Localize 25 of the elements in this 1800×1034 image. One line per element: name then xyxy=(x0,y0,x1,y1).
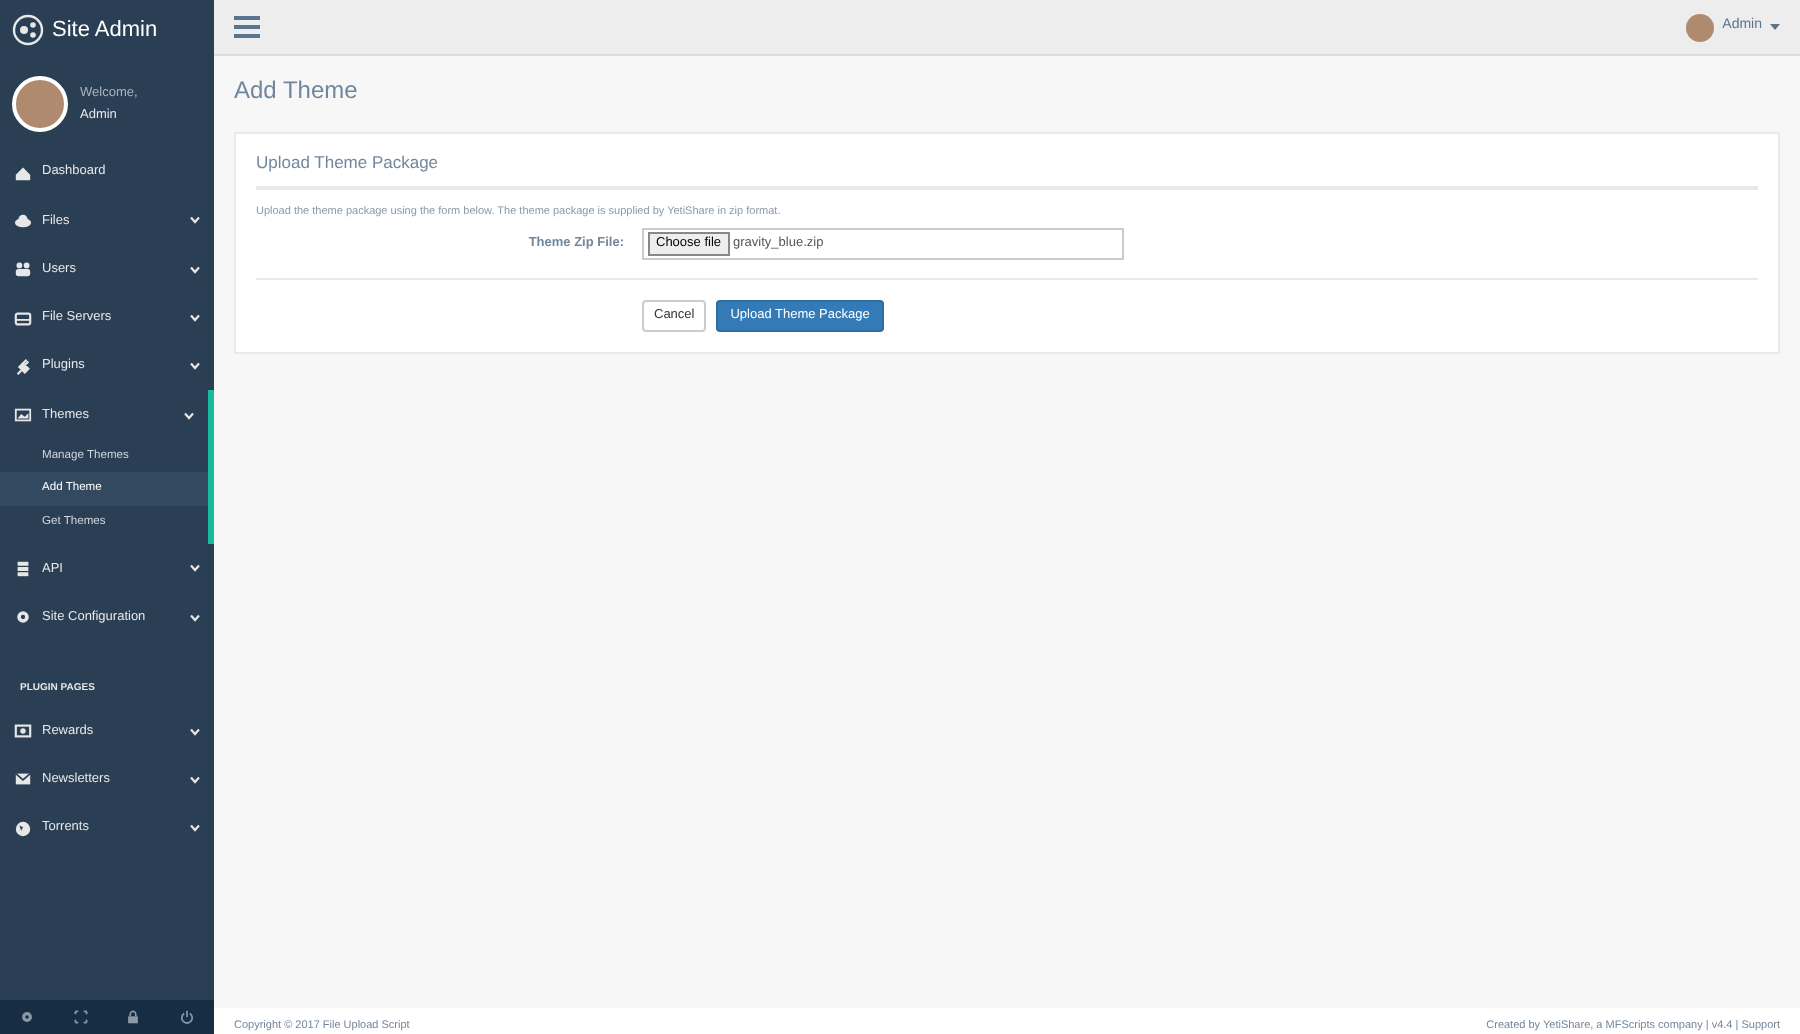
fullscreen-icon[interactable] xyxy=(73,1010,88,1024)
menu-icon[interactable] xyxy=(234,16,260,38)
drive-icon xyxy=(14,309,32,328)
chevron-icon xyxy=(190,775,200,784)
power-icon[interactable] xyxy=(180,1010,195,1024)
settings-icon[interactable] xyxy=(19,1010,34,1024)
lock-icon[interactable] xyxy=(126,1010,141,1024)
logo-icon xyxy=(12,14,44,46)
users-icon xyxy=(14,260,32,279)
plug-icon xyxy=(14,357,32,376)
envelope-icon xyxy=(14,770,32,789)
cloud-icon xyxy=(14,211,32,230)
settings-icon xyxy=(14,608,32,627)
avatar-icon xyxy=(1686,13,1715,41)
page-title: Add Theme xyxy=(234,74,360,108)
chevron-icon xyxy=(190,824,200,833)
avatar-icon xyxy=(12,75,68,131)
brand-title: Site Admin xyxy=(52,15,158,46)
home-icon xyxy=(14,163,32,182)
money-icon xyxy=(14,722,32,741)
image-icon xyxy=(14,406,32,425)
panel-title: Upload Theme Package xyxy=(256,134,1758,190)
chevron-icon xyxy=(190,727,200,736)
database-icon xyxy=(14,559,32,578)
caret-icon xyxy=(1770,24,1780,30)
